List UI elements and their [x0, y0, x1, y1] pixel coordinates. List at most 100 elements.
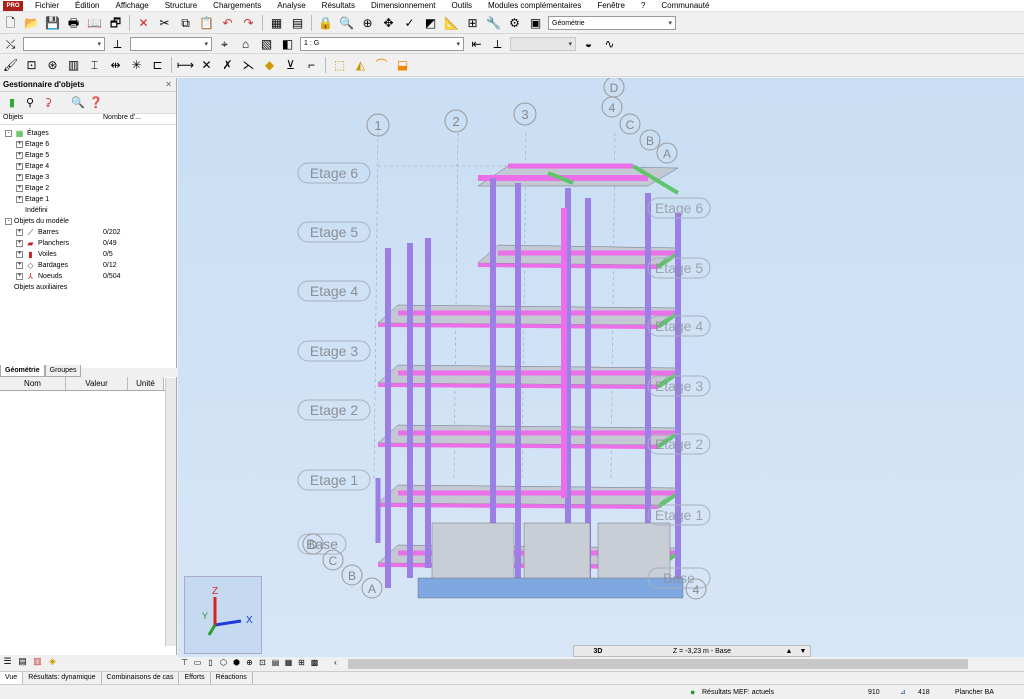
- copy-icon[interactable]: ⧉: [176, 14, 195, 33]
- tab-groups[interactable]: Groupes: [44, 365, 82, 377]
- menu-item[interactable]: Fenêtre: [589, 0, 633, 12]
- inspector-tab-icon[interactable]: ▥: [30, 656, 45, 667]
- tab-geometry[interactable]: Géométrie: [0, 365, 45, 377]
- expand-icon[interactable]: +: [16, 185, 23, 192]
- intersect-icon[interactable]: ✕: [197, 56, 216, 75]
- tree-item[interactable]: + Etage 5: [16, 150, 49, 161]
- view-zoom-icon[interactable]: ⊕: [243, 658, 256, 670]
- tree-item[interactable]: - ▦ Étages: [5, 128, 49, 139]
- menu-item[interactable]: Modules complémentaires: [480, 0, 589, 12]
- expand-icon[interactable]: +: [16, 229, 23, 236]
- preview-icon[interactable]: 📖: [85, 14, 104, 33]
- bar-icon[interactable]: ▥: [64, 56, 83, 75]
- results-icon[interactable]: ◒: [579, 34, 598, 53]
- tree-item[interactable]: + ⟋ Barres: [16, 227, 59, 238]
- help-icon[interactable]: ❓: [87, 96, 105, 109]
- delete-icon[interactable]: ✕: [134, 14, 153, 33]
- tools-icon[interactable]: 🔧: [484, 14, 503, 33]
- menu-item[interactable]: Chargements: [205, 0, 269, 12]
- tree-item[interactable]: + Etage 4: [16, 161, 49, 172]
- hierarchy-icon[interactable]: ▮: [3, 96, 21, 109]
- bottom-tab[interactable]: Combinaisons de cas: [102, 672, 180, 684]
- view-tiles-icon[interactable]: ▩: [308, 658, 321, 670]
- menu-item[interactable]: Analyse: [269, 0, 313, 12]
- menu-item[interactable]: Fichier: [27, 0, 67, 12]
- layout-combo[interactable]: Géométrie ▾: [548, 16, 676, 30]
- select-icon[interactable]: ✓: [400, 14, 419, 33]
- properties-tab-icon[interactable]: ☰: [0, 656, 15, 667]
- filter-icon[interactable]: ⌖: [215, 34, 234, 53]
- expand-icon[interactable]: +: [16, 196, 23, 203]
- menu-item[interactable]: Résultats: [314, 0, 363, 12]
- load-case-combo[interactable]: 1 : G ▾: [300, 36, 464, 51]
- release-icon[interactable]: ⟼: [176, 56, 195, 75]
- node-combo[interactable]: ▾: [23, 36, 105, 51]
- case-view-icon[interactable]: ⌂: [236, 34, 255, 53]
- clear-filter-icon[interactable]: ⚳: [39, 96, 57, 109]
- zoom-window-icon[interactable]: 🔍: [337, 14, 356, 33]
- layout-icon[interactable]: ▣: [526, 14, 545, 33]
- mirror-icon[interactable]: ⇹: [106, 56, 125, 75]
- section-icon[interactable]: ⌶: [85, 56, 104, 75]
- tree-item[interactable]: + Etage 6: [16, 139, 49, 150]
- expand-icon[interactable]: +: [16, 251, 23, 258]
- menu-item[interactable]: Édition: [67, 0, 107, 12]
- node-select-icon[interactable]: ⤯: [1, 34, 20, 53]
- collapse-icon[interactable]: -: [5, 218, 12, 225]
- menu-item[interactable]: ?: [633, 0, 653, 12]
- tree-item[interactable]: - Objets du modèle: [5, 216, 69, 227]
- menu-item[interactable]: Structure: [157, 0, 205, 12]
- revolve-icon[interactable]: ◭: [351, 56, 370, 75]
- menu-item[interactable]: Affichage: [107, 0, 156, 12]
- cut-icon[interactable]: ✂: [155, 14, 174, 33]
- tree-item[interactable]: + Etage 2: [16, 183, 49, 194]
- support-icon[interactable]: ⊻: [281, 56, 300, 75]
- expand-icon[interactable]: +: [16, 163, 23, 170]
- view-top-icon[interactable]: ⊤: [178, 658, 191, 670]
- filter-icon[interactable]: ⚲: [21, 96, 39, 109]
- scroll-left-icon[interactable]: ‹: [329, 658, 342, 670]
- split-icon[interactable]: ✳: [127, 56, 146, 75]
- bar-select-icon[interactable]: ⟂: [108, 34, 127, 53]
- pan-icon[interactable]: ✥: [379, 14, 398, 33]
- case-icon[interactable]: ◧: [278, 34, 297, 53]
- undo-icon[interactable]: ↶: [218, 14, 237, 33]
- save-icon[interactable]: 💾: [43, 14, 62, 33]
- offset-icon[interactable]: ⋋: [239, 56, 258, 75]
- case-list-icon[interactable]: ▧: [257, 34, 276, 53]
- expand-icon[interactable]: +: [16, 262, 23, 269]
- tree-item[interactable]: + ▰ Planchers: [16, 238, 69, 249]
- mode-shape-icon[interactable]: ∿: [600, 34, 619, 53]
- print-icon[interactable]: 🖶: [64, 14, 83, 33]
- bottom-tab[interactable]: Réactions: [211, 672, 253, 684]
- view-iso-icon[interactable]: ⬡: [217, 658, 230, 670]
- tree-item[interactable]: + ⅄ Noeuds: [16, 271, 62, 282]
- case-prev-icon[interactable]: ⇤: [467, 34, 486, 53]
- layers-tab-icon[interactable]: ▤: [15, 656, 30, 667]
- properties-scrollbar[interactable]: [165, 378, 176, 646]
- view-fit-icon[interactable]: ⊡: [256, 658, 269, 670]
- open-folder-icon[interactable]: 📂: [22, 14, 41, 33]
- level-down-icon[interactable]: ▼: [796, 648, 810, 655]
- expand-icon[interactable]: +: [16, 240, 23, 247]
- trim-icon[interactable]: ✗: [218, 56, 237, 75]
- zoom-icon[interactable]: ⊕: [358, 14, 377, 33]
- extend-icon[interactable]: ⊏: [148, 56, 167, 75]
- bottom-tab[interactable]: Efforts: [179, 672, 211, 684]
- new-file-icon[interactable]: 🗋: [1, 14, 20, 33]
- pipe-icon[interactable]: ⌒: [372, 56, 391, 75]
- capture-icon[interactable]: 🗗: [106, 14, 125, 33]
- model-3d-view[interactable]: 1 2 3 D 4 C B A Etage 6 Etage 5 Etage 4 Etage 3 Etag…: [178, 76, 1024, 657]
- redo-icon[interactable]: ↷: [239, 14, 258, 33]
- bottom-tab[interactable]: Résultats: dynamique: [23, 672, 102, 684]
- tree-item[interactable]: + ▮ Voiles: [16, 249, 57, 260]
- level-up-icon[interactable]: ▲: [782, 648, 796, 655]
- expand-icon[interactable]: +: [16, 141, 23, 148]
- bottom-tab[interactable]: Vue: [0, 672, 24, 684]
- view-3d-icon[interactable]: ⬢: [230, 658, 243, 670]
- tree-item[interactable]: + Etage 1: [16, 194, 49, 205]
- view-side-icon[interactable]: ▯: [204, 658, 217, 670]
- paste-icon[interactable]: 📋: [197, 14, 216, 33]
- calculator-icon[interactable]: ▦: [267, 14, 286, 33]
- extrude-icon[interactable]: ⬚: [330, 56, 349, 75]
